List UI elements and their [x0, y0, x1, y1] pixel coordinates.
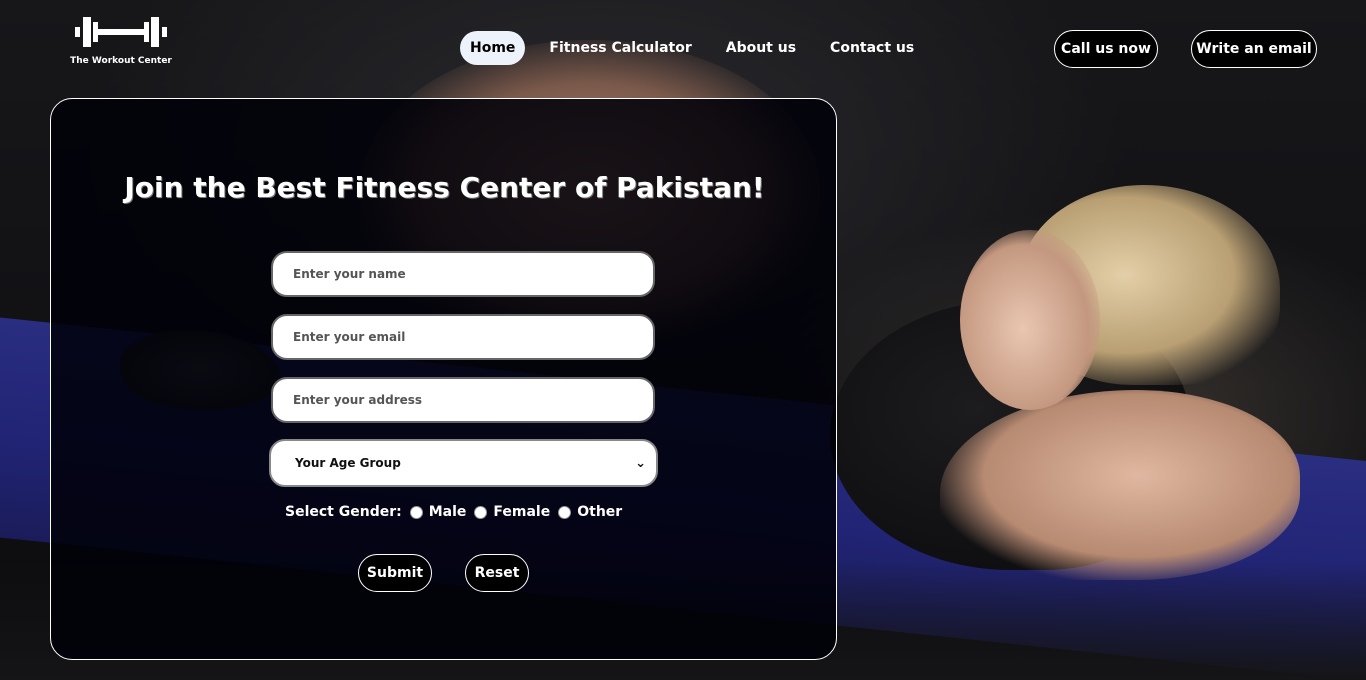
write-email-button[interactable]: Write an email	[1191, 30, 1317, 68]
gender-label: Select Gender:	[285, 504, 402, 520]
gender-option-other: Other	[577, 504, 623, 520]
nav-contact-us[interactable]: Contact us	[820, 31, 924, 65]
age-group-value: Your Age Group	[295, 456, 401, 470]
reset-button[interactable]: Reset	[465, 554, 529, 592]
brand-name: The Workout Center	[70, 56, 172, 66]
nav-home[interactable]: Home	[460, 31, 526, 65]
age-group-select[interactable]: Your Age Group ⌄	[269, 439, 658, 487]
form-title: Join the Best Fitness Center of Pakistan…	[124, 171, 765, 204]
chevron-down-icon: ⌄	[635, 455, 646, 471]
signup-form-card: Join the Best Fitness Center of Pakistan…	[50, 98, 837, 660]
gender-group: Select Gender: Male Female Other	[285, 504, 630, 520]
call-us-button[interactable]: Call us now	[1054, 30, 1158, 68]
submit-button[interactable]: Submit	[358, 554, 432, 592]
nav-fitness-calculator[interactable]: Fitness Calculator	[539, 31, 701, 65]
gender-radio-male[interactable]	[409, 505, 423, 519]
gender-option-female: Female	[493, 504, 551, 520]
nav-about-us[interactable]: About us	[716, 31, 806, 65]
gender-radio-other[interactable]	[558, 505, 572, 519]
brand-logo[interactable]: The Workout Center	[70, 14, 172, 66]
athlete-head	[960, 230, 1100, 410]
name-input[interactable]	[271, 251, 655, 297]
gender-radio-female[interactable]	[474, 505, 488, 519]
main-nav: Home Fitness Calculator About us Contact…	[460, 31, 938, 65]
email-input[interactable]	[271, 314, 655, 360]
gender-option-male: Male	[428, 504, 467, 520]
dumbbell-icon	[75, 17, 167, 47]
address-input[interactable]	[271, 377, 655, 423]
